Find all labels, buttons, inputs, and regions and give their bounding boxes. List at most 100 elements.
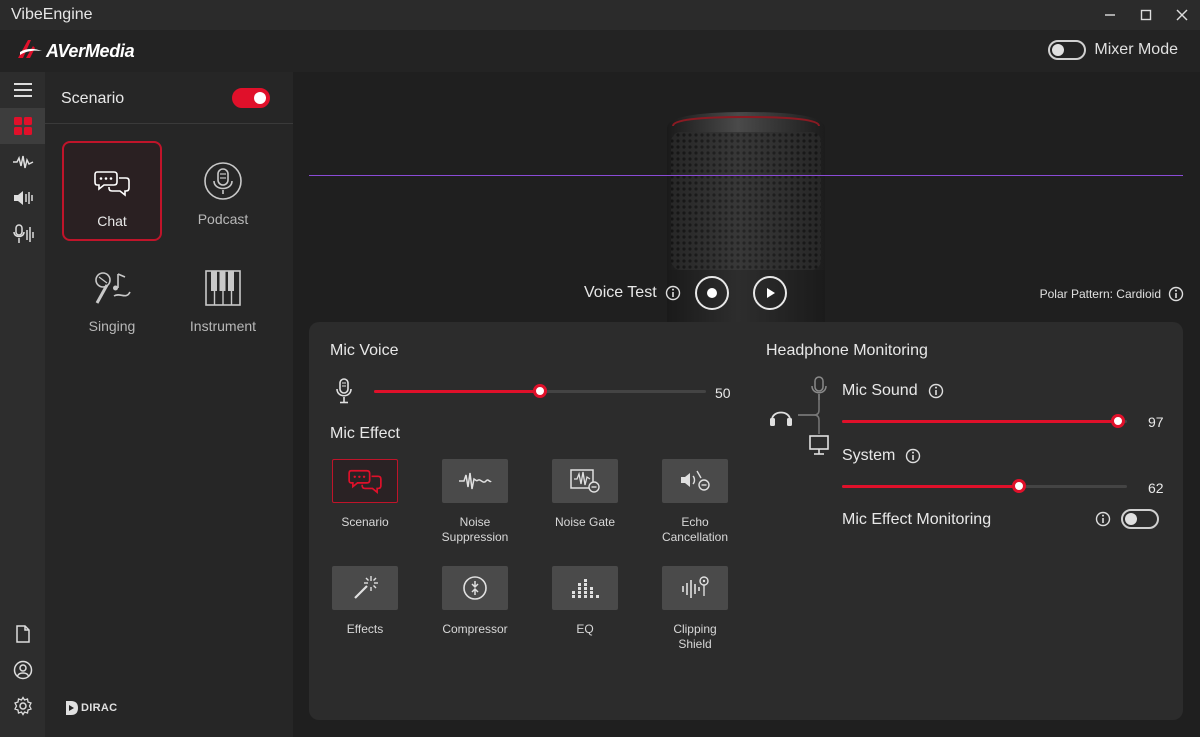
info-icon[interactable] bbox=[928, 383, 944, 399]
mixer-mode: Mixer Mode bbox=[1048, 40, 1178, 60]
mic-sound-row: Mic Sound bbox=[842, 382, 944, 400]
effect-button-box bbox=[442, 459, 508, 503]
voice-test-label: Voice Test bbox=[584, 284, 657, 301]
polar-pattern-label: Polar Pattern: Cardioid bbox=[1039, 287, 1161, 301]
title-bar: VibeEngine bbox=[0, 0, 1200, 30]
rail-item-document[interactable] bbox=[0, 616, 45, 652]
slider-fill bbox=[842, 485, 1019, 488]
scenario-label: Instrument bbox=[189, 318, 257, 334]
piano-icon bbox=[205, 270, 241, 306]
play-button[interactable] bbox=[752, 276, 787, 310]
scenario-toggle[interactable] bbox=[232, 88, 270, 108]
scenario-label: Singing bbox=[88, 318, 136, 334]
scenario-title: Scenario bbox=[61, 90, 125, 107]
slider-thumb[interactable] bbox=[1111, 414, 1126, 428]
scenario-header: Scenario bbox=[45, 72, 293, 124]
effect-effects[interactable]: Effects bbox=[310, 566, 420, 637]
info-icon[interactable] bbox=[1095, 511, 1111, 527]
mic-effect-monitoring-label: Mic Effect Monitoring bbox=[842, 511, 992, 528]
record-icon bbox=[706, 288, 717, 298]
info-icon[interactable] bbox=[665, 285, 681, 301]
maximize-icon bbox=[1140, 9, 1152, 21]
play-icon bbox=[766, 288, 775, 298]
mixer-mode-toggle[interactable] bbox=[1048, 40, 1087, 60]
effect-noise-suppression[interactable]: Noise Suppression bbox=[420, 459, 530, 545]
document-icon bbox=[15, 625, 30, 643]
scenario-singing[interactable]: Singing bbox=[62, 248, 162, 348]
mic-voice-value: 50 bbox=[715, 385, 731, 401]
effect-button-box bbox=[662, 566, 728, 610]
scenario-chat[interactable]: Chat bbox=[62, 141, 162, 241]
mic-voice-slider[interactable] bbox=[374, 383, 706, 399]
speaker-icon bbox=[13, 191, 33, 205]
scenario-icon-wrap bbox=[205, 268, 241, 308]
dirac-logo: DIRAC bbox=[65, 700, 117, 716]
effect-label: Compressor bbox=[442, 622, 508, 636]
scenario-icon-wrap bbox=[203, 161, 243, 201]
rail-item-account[interactable] bbox=[0, 652, 45, 688]
window-controls bbox=[1092, 0, 1200, 30]
gear-icon bbox=[13, 696, 32, 716]
rail-item-scenario[interactable] bbox=[0, 108, 45, 144]
logo-text: AVerMedia bbox=[46, 40, 135, 61]
effect-eq[interactable]: EQ bbox=[530, 566, 640, 637]
mixer-mode-label: Mixer Mode bbox=[1094, 41, 1178, 58]
effect-button-box bbox=[332, 566, 398, 610]
toggle-knob bbox=[1125, 513, 1137, 525]
clipping-shield-icon bbox=[682, 576, 709, 598]
record-button[interactable] bbox=[694, 276, 729, 310]
info-icon[interactable] bbox=[905, 448, 921, 464]
scenario-icon-wrap bbox=[94, 163, 130, 203]
slider-thumb[interactable] bbox=[533, 384, 547, 398]
dirac-text: DIRAC bbox=[81, 702, 118, 714]
system-slider[interactable] bbox=[842, 478, 1127, 494]
waveform-icon bbox=[12, 155, 33, 169]
rail-item-speaker[interactable] bbox=[0, 180, 45, 216]
effect-clipping-shield[interactable]: Clipping Shield bbox=[640, 566, 750, 652]
mic-voice-title: Mic Voice bbox=[330, 342, 399, 359]
menu-icon bbox=[13, 83, 32, 97]
level-line bbox=[309, 175, 1183, 176]
effect-button-box bbox=[442, 566, 508, 610]
effect-echo-cancellation[interactable]: Echo Cancellation bbox=[640, 459, 750, 545]
info-icon[interactable] bbox=[1168, 286, 1184, 302]
polar-pattern: Polar Pattern: Cardioid bbox=[1040, 286, 1184, 302]
maximize-button[interactable] bbox=[1128, 0, 1164, 30]
avermedia-logo-icon bbox=[18, 40, 42, 58]
slider-fill bbox=[374, 390, 540, 393]
rail-item-waveform[interactable] bbox=[0, 144, 45, 180]
rail-item-settings[interactable] bbox=[0, 688, 45, 724]
mic-sound-slider[interactable] bbox=[842, 413, 1127, 429]
headphone-monitoring-title: Headphone Monitoring bbox=[766, 342, 928, 359]
toggle-knob bbox=[254, 92, 266, 104]
singing-icon bbox=[95, 272, 131, 304]
mic-effect-monitoring-toggle[interactable] bbox=[1121, 509, 1159, 529]
rail-item-menu[interactable] bbox=[0, 72, 45, 108]
mic-effect-title: Mic Effect bbox=[330, 425, 400, 442]
minimize-button[interactable] bbox=[1092, 0, 1128, 30]
echo-cancellation-icon bbox=[681, 470, 710, 491]
noise-suppression-icon bbox=[459, 472, 492, 490]
mic-sound-label: Mic Sound bbox=[842, 382, 918, 399]
mic-wave-icon bbox=[12, 224, 34, 243]
close-button[interactable] bbox=[1164, 0, 1200, 30]
scenario-instrument[interactable]: Instrument bbox=[173, 248, 273, 348]
mic-icon bbox=[336, 378, 352, 404]
effect-label: Effects bbox=[346, 622, 384, 636]
effect-scenario[interactable]: Scenario bbox=[310, 459, 420, 530]
scenario-podcast[interactable]: Podcast bbox=[173, 141, 273, 241]
user-icon bbox=[13, 660, 32, 680]
effect-label: EQ bbox=[576, 622, 594, 636]
podcast-icon bbox=[204, 162, 242, 200]
brand-bar: AVerMedia Mixer Mode bbox=[0, 30, 1200, 72]
slider-fill bbox=[842, 420, 1119, 423]
effect-noise-gate[interactable]: Noise Gate bbox=[530, 459, 640, 530]
scenario-label: Podcast bbox=[197, 211, 249, 227]
effect-compressor[interactable]: Compressor bbox=[420, 566, 530, 637]
scenario-panel: Scenario Chat Podcast Singing Instrument… bbox=[45, 72, 293, 737]
effect-label: Scenario bbox=[341, 515, 389, 529]
mic-sound-value: 97 bbox=[1148, 414, 1164, 430]
rail-item-mic[interactable] bbox=[0, 216, 45, 252]
slider-thumb[interactable] bbox=[1011, 479, 1026, 493]
main-area: Voice Test Polar Pattern: Cardioid Mic V… bbox=[293, 72, 1200, 737]
